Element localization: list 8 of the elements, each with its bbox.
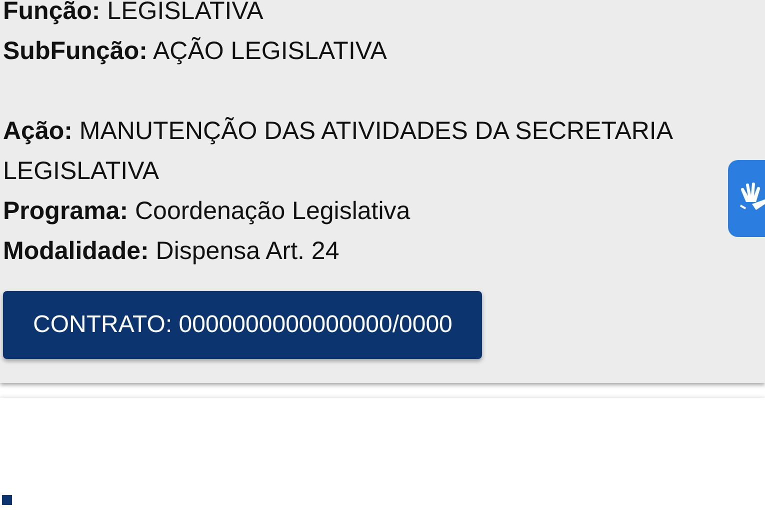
detail-line: Modalidade: Dispensa Art. 24 (3, 236, 340, 267)
section-marker (2, 495, 12, 505)
detail-line: Função: LEGISLATIVA (3, 0, 264, 27)
detail-line: Programa: Coordenação Legislativa (3, 196, 412, 227)
contract-button[interactable]: CONTRATO: 0000000000000000/0000 (3, 291, 482, 359)
detail-line: Ação: MANUTENÇÃO DAS ATIVIDADES DA SECRETARIA LEGISLATIVA (3, 116, 674, 187)
accessibility-button[interactable] (728, 160, 765, 237)
detail-line: SubFunção: AÇÃO LEGISLATIVA (3, 36, 388, 67)
